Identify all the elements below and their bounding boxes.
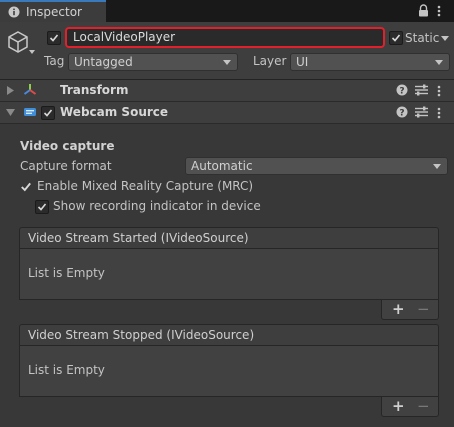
gameobject-name-input[interactable]: LocalVideoPlayer (65, 27, 385, 48)
check-icon (37, 203, 47, 211)
list-empty-text: List is Empty (28, 266, 105, 280)
gameobject-name-value: LocalVideoPlayer (73, 30, 176, 44)
component-enabled-checkbox[interactable] (41, 106, 55, 120)
event-list-title: Video Stream Started (IVideoSource) (28, 231, 249, 245)
webcam-script-icon (24, 108, 36, 116)
check-icon (49, 34, 59, 42)
svg-text:?: ? (399, 108, 404, 118)
event-list-body: List is Empty (19, 249, 439, 300)
event-list-header: Video Stream Started (IVideoSource) (19, 227, 439, 249)
icon-dropdown-arrow-icon[interactable] (29, 50, 35, 54)
component-transform-header[interactable]: Transform ? (0, 80, 454, 102)
chevron-down-icon (223, 60, 231, 65)
help-icon[interactable]: ? (396, 84, 408, 96)
static-checkbox[interactable] (389, 31, 403, 45)
event-list-footer: + − (381, 300, 439, 320)
component-menu-icon[interactable] (437, 107, 441, 119)
list-empty-text: List is Empty (28, 363, 105, 377)
mrc-label: Enable Mixed Reality Capture (MRC) (37, 179, 254, 193)
chevron-down-icon (433, 164, 441, 169)
svg-text:?: ? (399, 86, 404, 96)
recording-indicator-checkbox[interactable] (35, 200, 49, 214)
tab-inspector[interactable]: Inspector (0, 0, 106, 22)
static-label: Static (405, 31, 440, 45)
component-menu-icon[interactable] (437, 85, 441, 97)
chevron-down-icon (435, 60, 443, 65)
event-list-footer: + − (381, 397, 439, 417)
layer-label: Layer (253, 54, 287, 68)
info-icon (8, 6, 20, 18)
lock-icon[interactable] (418, 4, 429, 17)
tab-label: Inspector (26, 5, 82, 19)
capture-format-value: Automatic (191, 159, 253, 173)
component-title: Webcam Source (60, 105, 169, 119)
check-icon (43, 109, 53, 117)
capture-format-label: Capture format (20, 159, 112, 173)
tag-label: Tag (44, 54, 65, 68)
capture-format-dropdown[interactable]: Automatic (185, 157, 448, 175)
help-icon[interactable]: ? (396, 106, 408, 118)
layer-value: UI (296, 55, 309, 69)
component-title: Transform (60, 83, 129, 97)
tag-value: Untagged (74, 55, 133, 69)
add-item-button[interactable]: + (392, 300, 405, 318)
mrc-checkbox[interactable] (19, 180, 33, 194)
remove-item-button[interactable]: − (417, 300, 430, 318)
component-webcam-source-header[interactable]: Webcam Source ? (0, 102, 454, 124)
static-dropdown-arrow-icon[interactable] (441, 36, 449, 41)
foldout-expanded-icon[interactable] (6, 109, 15, 116)
preset-sliders-icon[interactable] (415, 84, 428, 96)
transform-axes-icon (23, 84, 37, 95)
more-options-icon[interactable] (437, 5, 441, 17)
gameobject-cube-icon[interactable] (7, 30, 29, 54)
layer-dropdown[interactable]: UI (290, 53, 450, 71)
tag-dropdown[interactable]: Untagged (68, 53, 238, 71)
check-icon (391, 34, 401, 42)
recording-indicator-label: Show recording indicator in device (53, 199, 261, 213)
active-checkbox[interactable] (47, 31, 61, 45)
event-list-body: List is Empty (19, 346, 439, 397)
section-title: Video capture (20, 139, 115, 153)
check-icon (21, 182, 31, 192)
event-list-header: Video Stream Stopped (IVideoSource) (19, 324, 439, 346)
remove-item-button[interactable]: − (417, 397, 430, 415)
add-item-button[interactable]: + (392, 397, 405, 415)
preset-sliders-icon[interactable] (415, 106, 428, 118)
foldout-collapsed-icon[interactable] (7, 86, 14, 95)
event-list-title: Video Stream Stopped (IVideoSource) (28, 328, 255, 342)
